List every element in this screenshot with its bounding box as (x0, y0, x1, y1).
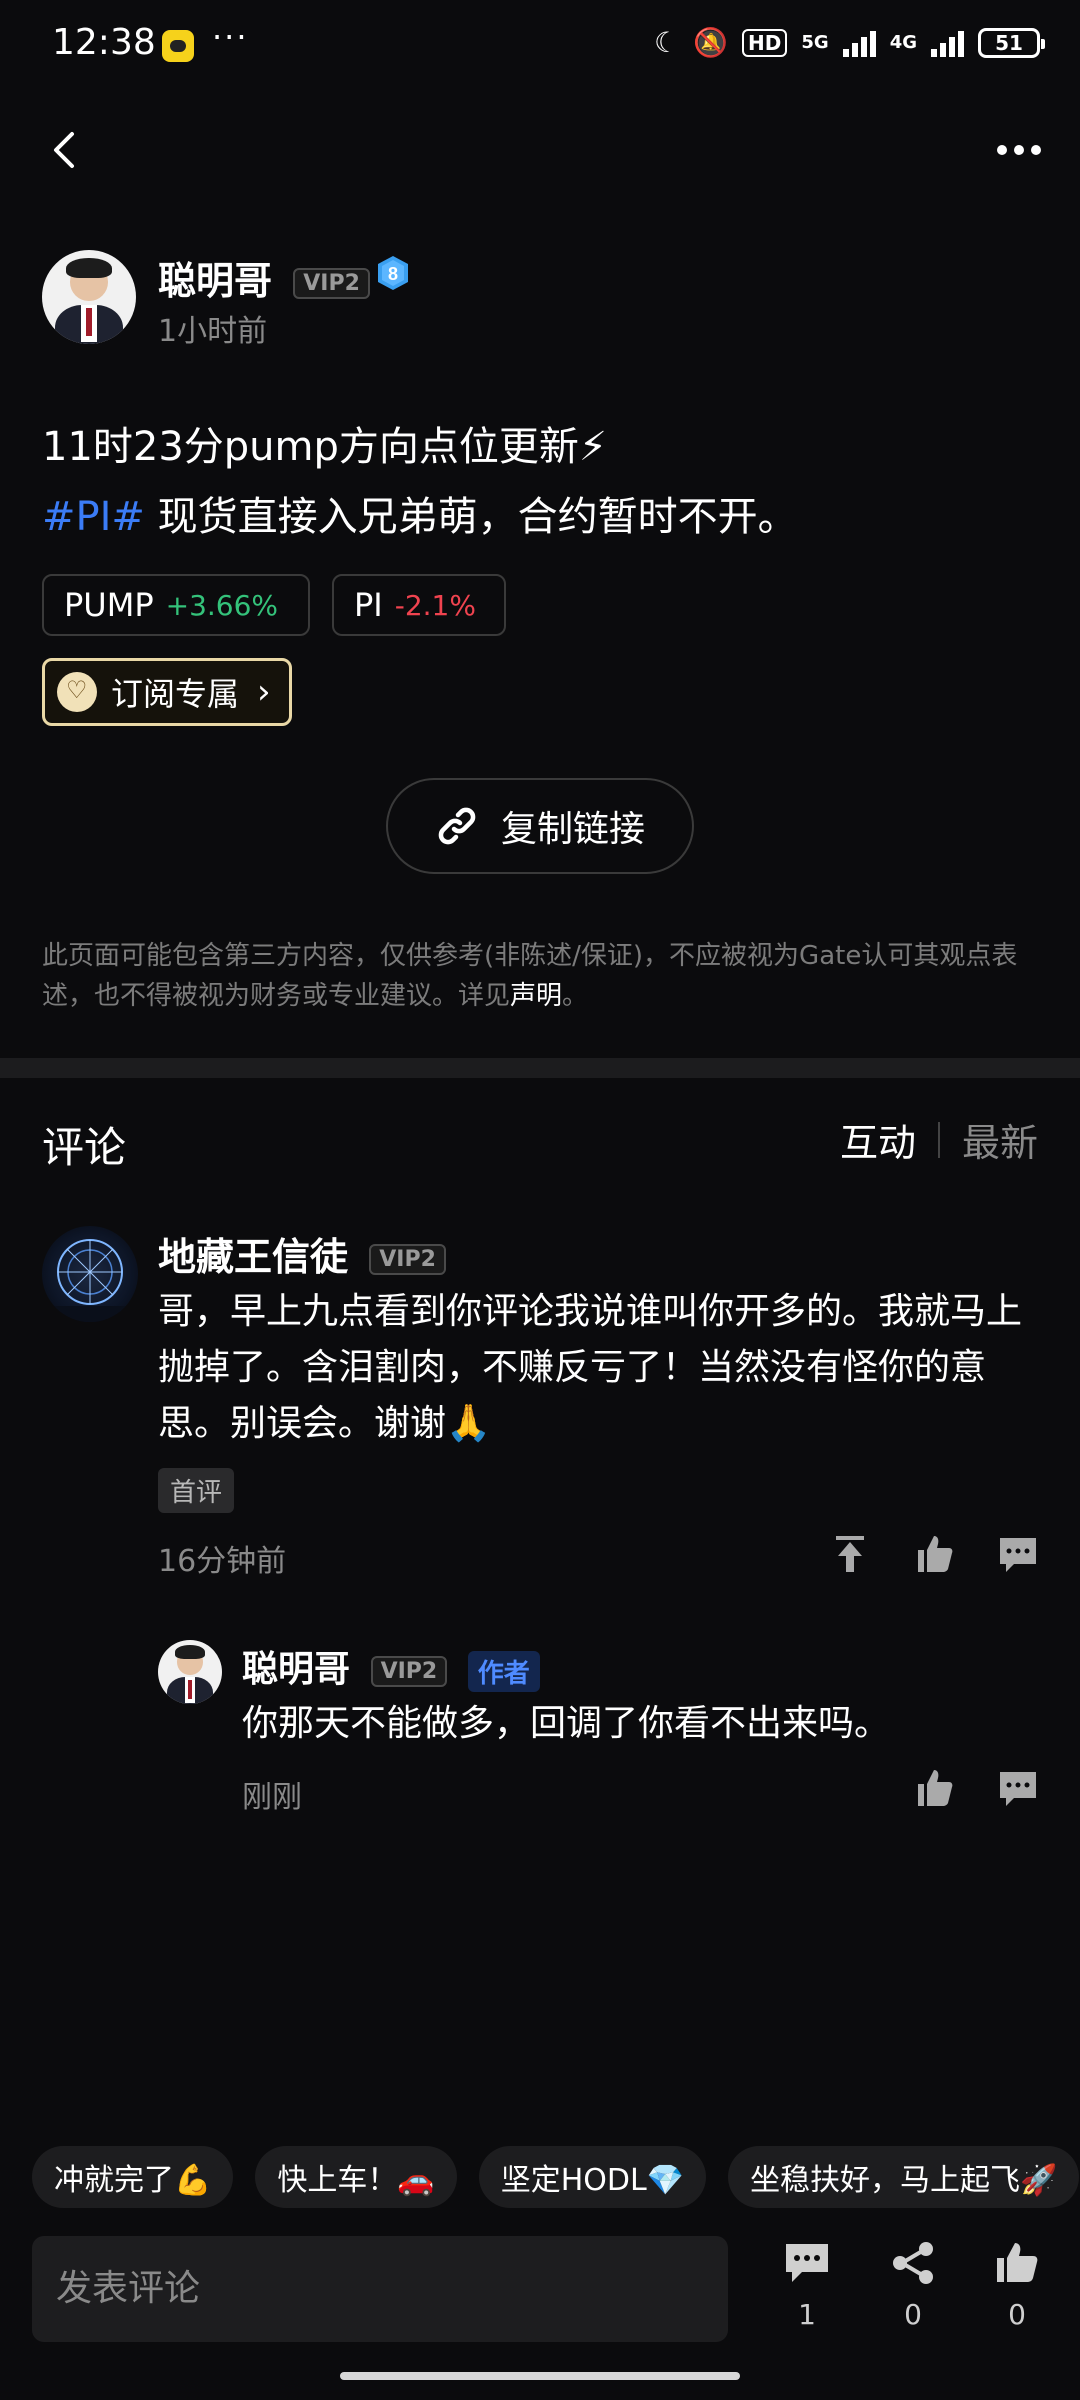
status-more-notifications: ··· (212, 18, 249, 56)
quick-reply-chips: 冲就完了💪 快上车！🚗 坚定HODL💎 坐稳扶好，马上起飞🚀 (32, 2146, 1080, 2208)
status-icons: ☾ 🔕 HD 5G 4G 51 (654, 26, 1045, 59)
reply-author-avatar[interactable] (158, 1640, 222, 1704)
comment-time: 16分钟前 (158, 1544, 287, 1579)
subscribe-label: 订阅专属 (111, 675, 240, 713)
subscribe-exclusive-button[interactable]: 订阅专属 › (42, 658, 292, 726)
disclaimer: 此页面可能包含第三方内容，仅供参考(非陈述/保证)，不应被视为Gate认可其观点… (42, 936, 1042, 1016)
like-icon[interactable] (912, 1766, 956, 1810)
share-icon (893, 2242, 933, 2284)
comment-sort-tabs: 互动 最新 (840, 1112, 1038, 1167)
signal-icon-2 (931, 29, 964, 57)
status-bar: 12:38 ··· ☾ 🔕 HD 5G 4G 51 (0, 0, 1080, 92)
quick-reply-chip[interactable]: 冲就完了💪 (32, 2146, 234, 2208)
link-icon (438, 807, 476, 845)
reply-author-name-text: 聪明哥 (242, 1649, 351, 1690)
status-time: 12:38 (52, 22, 156, 63)
signal-icon (842, 29, 876, 57)
ticker-pump[interactable]: PUMP +3.66% (42, 574, 310, 636)
diamond-heart-icon (57, 672, 97, 712)
more-options-button[interactable] (994, 130, 1044, 170)
disclaimer-link[interactable]: 声明 (510, 981, 562, 1011)
like-icon[interactable] (912, 1532, 956, 1576)
comment-count-button[interactable]: 1 (772, 2240, 842, 2331)
commenter-name-text: 地藏王信徒 (158, 1235, 349, 1279)
battery-icon: 51 (978, 27, 1045, 58)
notification-app-icon (162, 30, 194, 62)
chevron-left-icon (54, 132, 74, 168)
like-count: 0 (1008, 2298, 1026, 2331)
vip-badge: VIP2 (369, 1244, 446, 1275)
post-text-line1: 11时23分pump方向点位更新⚡ (42, 424, 607, 470)
chevron-right-icon: › (257, 672, 271, 712)
ticker-change: -2.1% (394, 588, 476, 622)
pin-to-top-icon[interactable] (828, 1532, 872, 1576)
commenter-avatar[interactable] (42, 1226, 138, 1322)
like-post-button[interactable]: 0 (982, 2240, 1052, 2331)
reply-author-name[interactable]: 聪明哥 VIP2 作者 (242, 1640, 540, 1692)
reply-time: 刚刚 (242, 1780, 302, 1815)
bottom-action-bar: 发表评论 1 0 0 (0, 2226, 1080, 2346)
reply-text: 你那天不能做多，回调了你看不出来吗。 (242, 1703, 891, 1744)
home-indicator[interactable] (340, 2372, 740, 2380)
reply-icon[interactable] (996, 1766, 1040, 1810)
comments-title: 评论 (42, 1123, 127, 1172)
author-avatar[interactable] (42, 250, 136, 344)
post-text-line2: #PI# 现货直接入兄弟萌，合约暂时不开。 (42, 484, 798, 542)
quick-reply-chip[interactable]: 坐稳扶好，马上起飞🚀 (728, 2146, 1080, 2208)
ticker-symbol: PI (354, 586, 383, 624)
comment-icon (786, 2244, 828, 2282)
comment-text: 哥，早上九点看到你评论我说谁叫你开多的。我就马上抛掉了。含泪割肉，不赚反亏了！当… (158, 1291, 1023, 1444)
mute-icon: 🔕 (693, 26, 729, 59)
comment-input[interactable]: 发表评论 (32, 2236, 728, 2342)
network-5g-label: 5G (801, 32, 829, 53)
level-badge-icon: 8 (378, 256, 408, 290)
ticker-pi[interactable]: PI -2.1% (332, 574, 506, 636)
author-name-text: 聪明哥 (158, 259, 273, 303)
copy-link-button[interactable]: 复制链接 (386, 778, 694, 874)
author-tag: 作者 (467, 1650, 540, 1692)
level-number: 8 (388, 264, 398, 284)
commenter-name[interactable]: 地藏王信徒 VIP2 (158, 1226, 446, 1281)
hd-icon: HD (742, 28, 788, 57)
share-button[interactable]: 0 (878, 2240, 948, 2331)
author-name[interactable]: 聪明哥 VIP2 (158, 250, 370, 305)
post-text-line2-body: 现货直接入兄弟萌，合约暂时不开。 (144, 494, 798, 540)
vip-badge: VIP2 (293, 268, 370, 299)
first-comment-tag: 首评 (158, 1468, 235, 1513)
ticker-change: +3.66% (165, 588, 279, 622)
moon-icon: ☾ (654, 26, 680, 59)
tab-separator (937, 1121, 940, 1158)
vip-badge: VIP2 (370, 1655, 448, 1687)
network-4g-label: 4G (889, 32, 917, 53)
hashtag-link[interactable]: #PI# (42, 494, 145, 540)
tab-latest[interactable]: 最新 (962, 1112, 1038, 1167)
thumbs-up-icon (997, 2243, 1038, 2282)
quick-reply-chip[interactable]: 坚定HODL💎 (478, 2146, 707, 2208)
copy-link-label: 复制链接 (500, 809, 645, 850)
ticker-symbol: PUMP (64, 586, 154, 624)
post-time: 1小时前 (158, 314, 268, 349)
quick-reply-chip[interactable]: 快上车！🚗 (255, 2146, 457, 2208)
more-dots-icon (997, 145, 1041, 155)
tab-interaction[interactable]: 互动 (840, 1112, 916, 1167)
back-button[interactable] (46, 126, 86, 174)
reply-icon[interactable] (996, 1532, 1040, 1576)
disclaimer-end: 。 (562, 981, 589, 1011)
comment-count: 1 (798, 2298, 816, 2331)
share-count: 0 (904, 2298, 922, 2331)
section-divider (0, 1058, 1080, 1078)
